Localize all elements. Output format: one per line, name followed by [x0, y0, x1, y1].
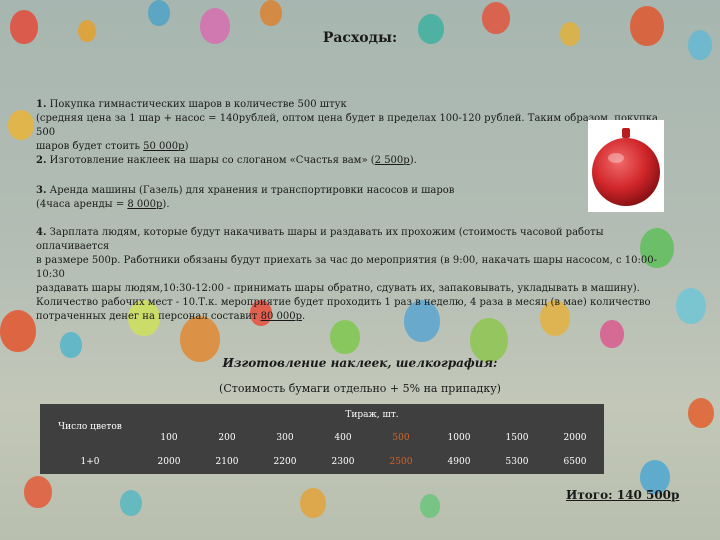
expense-item-2: 2. Изготовление наклеек на шары со слога… [36, 154, 658, 168]
page-title: Расходы: [322, 30, 398, 46]
row-label: 1+0 [40, 450, 140, 474]
item-text: ). [409, 155, 417, 166]
qty-cell: 1500 [488, 426, 546, 450]
item-text: . [302, 311, 306, 322]
item-text: шаров будет стоить [36, 141, 144, 152]
expense-item-1: 1. Покупка гимнастических шаров в количе… [36, 98, 658, 154]
price-cell-highlight: 2500 [372, 450, 430, 474]
qty-cell: 200 [198, 426, 256, 450]
item-text: раздавать шары людям,10:30-12:00 - прини… [36, 283, 640, 294]
qty-cell-highlight: 500 [372, 426, 430, 450]
expense-item-3: 3. Аренда машины (Газель) для хранения и… [36, 184, 658, 212]
item-text: ). [162, 199, 170, 210]
item-text: (средняя цена за 1 шар + насос = 140рубл… [36, 113, 658, 138]
item-text: потраченных денег на персонал составит [36, 311, 261, 322]
price-cell: 4900 [430, 450, 488, 474]
item-number: 3. [36, 185, 47, 196]
item-amount: 50 000р [143, 141, 185, 152]
price-cell: 2200 [256, 450, 314, 474]
item-amount: 80 000р [260, 311, 302, 322]
qty-cell: 300 [256, 426, 314, 450]
price-cell: 2300 [314, 450, 372, 474]
item-text: Количество рабочих мест - 10.Т.к. меропр… [36, 297, 651, 308]
qty-cell: 1000 [430, 426, 488, 450]
price-cell: 2100 [198, 450, 256, 474]
qty-cell: 100 [140, 426, 198, 450]
item-number: 4. [36, 227, 47, 238]
item-text: в размере 500р. Работники обязаны будут … [36, 255, 658, 280]
colors-header: Число цветов [40, 404, 140, 450]
total-amount: Итого: 140 500р [566, 488, 680, 502]
price-cell: 5300 [488, 450, 546, 474]
item-text: (4часа аренды = [36, 199, 128, 210]
section-heading: Изготовление наклеек, шелкография: [222, 356, 498, 370]
item-text: Изготовление наклеек на шары со слоганом… [49, 155, 375, 166]
qty-cell: 2000 [546, 426, 604, 450]
item-number: 2. [36, 155, 47, 166]
item-amount: 2 500р [374, 155, 410, 166]
item-text: Покупка гимнастических шаров в количеств… [49, 99, 347, 110]
item-text: ) [184, 141, 189, 152]
price-cell: 2000 [140, 450, 198, 474]
expense-item-4: 4. Зарплата людям, которые будут накачив… [36, 226, 658, 324]
item-text: Зарплата людям, которые будут накачивать… [36, 227, 604, 252]
item-text: Аренда машины (Газель) для хранения и тр… [49, 185, 455, 196]
item-amount: 8 000р [127, 199, 163, 210]
item-number: 1. [36, 99, 47, 110]
section-note: (Стоимость бумаги отдельно + 5% на припа… [219, 382, 501, 395]
price-cell: 6500 [546, 450, 604, 474]
qty-cell: 400 [314, 426, 372, 450]
price-table: Число цветов Тираж, шт. 100 200 300 400 … [40, 404, 604, 474]
tirazh-header: Тираж, шт. [140, 404, 604, 426]
